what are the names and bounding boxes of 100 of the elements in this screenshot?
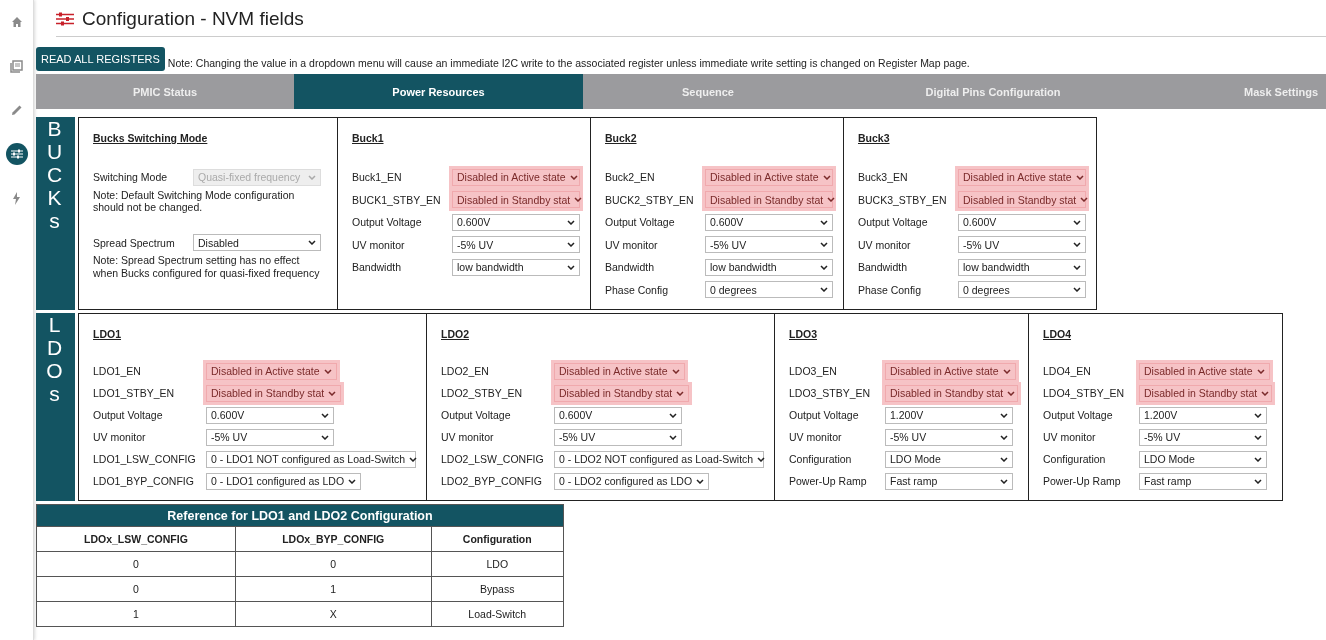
field-label: UV monitor xyxy=(789,431,843,443)
dropdown[interactable]: Disabled in Standby stat xyxy=(554,384,690,402)
dropdown[interactable]: 0.600V xyxy=(554,406,682,424)
tab[interactable]: Power Resources xyxy=(294,74,583,109)
dropdown[interactable]: -5% UV xyxy=(705,236,833,254)
dropdown[interactable]: 0 - LDO2 configured as LDO xyxy=(554,472,710,490)
field-label: Phase Config xyxy=(858,283,923,296)
chevron-down-icon xyxy=(1256,368,1265,374)
field-label: BUCK3_STBY_EN xyxy=(858,193,948,206)
field-label: UV monitor xyxy=(1043,431,1097,443)
dropdown[interactable]: Disabled in Standby stat xyxy=(885,384,1018,402)
column-header: Configuration xyxy=(431,526,564,552)
dropdown[interactable]: 1.200V xyxy=(885,406,1013,424)
field-label: UV monitor xyxy=(93,431,147,443)
dropdown[interactable]: 0 degrees xyxy=(958,281,1086,299)
chevron-down-icon xyxy=(1073,242,1081,248)
dropdown[interactable]: -5% UV xyxy=(452,236,580,254)
chevron-down-icon xyxy=(820,219,828,225)
home-icon xyxy=(10,16,23,28)
field-label: LDO4_EN xyxy=(1043,365,1092,377)
field-label: UV monitor xyxy=(352,238,406,251)
dropdown[interactable]: -5% UV xyxy=(1139,428,1267,446)
field-label: Buck3_EN xyxy=(858,171,909,184)
dropdown[interactable]: Disabled in Active state xyxy=(705,168,833,186)
field-label: UV monitor xyxy=(441,431,495,443)
dropdown[interactable]: Disabled in Active state xyxy=(206,362,337,380)
field-label: Buck1_EN xyxy=(352,171,403,184)
field-label: Switching Mode xyxy=(93,171,169,184)
chevron-down-icon xyxy=(1254,478,1262,484)
dropdown[interactable]: Disabled xyxy=(193,234,321,252)
dropdown[interactable]: Disabled in Standby stat xyxy=(958,191,1086,209)
panel-title: LDO2 xyxy=(441,328,470,340)
book-icon xyxy=(10,59,23,73)
chevron-down-icon xyxy=(669,412,677,418)
dropdown[interactable]: Fast ramp xyxy=(885,472,1013,490)
table-cell: Load-Switch xyxy=(431,601,564,627)
dropdown[interactable]: 0 degrees xyxy=(705,281,833,299)
field-label: Output Voltage xyxy=(93,409,164,421)
chevron-down-icon xyxy=(1000,478,1008,484)
table-cell: LDO xyxy=(431,551,564,577)
dropdown[interactable]: Disabled in Standby stat xyxy=(1139,384,1272,402)
field-label: Output Voltage xyxy=(605,216,676,229)
section-label: BUCKs xyxy=(36,117,75,310)
dropdown[interactable]: Disabled in Active state xyxy=(885,362,1016,380)
chevron-down-icon xyxy=(676,390,685,396)
panel-title: Buck3 xyxy=(858,132,891,144)
field-label: Buck2_EN xyxy=(605,171,656,184)
field-label: LDO2_BYP_CONFIG xyxy=(441,475,543,487)
page-title: Configuration - NVM fields xyxy=(82,8,304,30)
chevron-down-icon xyxy=(1080,197,1089,203)
dropdown[interactable]: Disabled in Active state xyxy=(554,362,685,380)
field-label: Bandwidth xyxy=(352,261,403,274)
dropdown[interactable]: Disabled in Active state xyxy=(958,168,1086,186)
panel-title: LDO1 xyxy=(93,328,122,340)
field-label: Power-Up Ramp xyxy=(789,475,868,487)
dropdown[interactable]: Disabled in Standby stat xyxy=(206,384,342,402)
dropdown[interactable]: Disabled in Standby stat xyxy=(452,191,580,209)
field-label: LDO2_EN xyxy=(441,365,490,377)
dropdown[interactable]: 1.200V xyxy=(1139,406,1267,424)
dropdown[interactable]: low bandwidth xyxy=(958,258,1086,276)
field-label: Configuration xyxy=(789,453,853,465)
dropdown[interactable]: 0.600V xyxy=(206,406,334,424)
active-nav-item[interactable] xyxy=(5,143,28,165)
chevron-down-icon xyxy=(323,368,332,374)
read-all-registers-button[interactable]: READ ALL REGISTERS xyxy=(36,47,165,71)
chevron-down-icon xyxy=(1000,456,1008,462)
field-label: LDO4_STBY_EN xyxy=(1043,387,1126,399)
lightning-icon xyxy=(12,191,21,205)
chevron-down-icon xyxy=(1254,434,1262,440)
chevron-down-icon xyxy=(669,434,677,440)
dropdown[interactable]: Disabled in Standby stat xyxy=(705,191,833,209)
dropdown[interactable]: low bandwidth xyxy=(452,258,580,276)
dropdown[interactable]: 0.600V xyxy=(958,213,1086,231)
table-cell: Bypass xyxy=(431,576,564,602)
chevron-down-icon xyxy=(567,242,575,248)
panel-title: LDO3 xyxy=(789,328,818,340)
dropdown[interactable]: Disabled in Active state xyxy=(452,168,580,186)
dropdown[interactable]: Disabled in Active state xyxy=(1139,362,1270,380)
chevron-down-icon xyxy=(308,240,316,246)
dropdown[interactable]: -5% UV xyxy=(554,428,682,446)
dropdown[interactable]: low bandwidth xyxy=(705,258,833,276)
table-title: Reference for LDO1 and LDO2 Configuration xyxy=(36,504,564,527)
dropdown[interactable]: 0 - LDO2 NOT configured as Load-Switch xyxy=(554,450,764,468)
table-cell: 0 xyxy=(36,576,236,602)
field-label: Bandwidth xyxy=(605,261,656,274)
table-cell: X xyxy=(235,601,431,627)
dropdown[interactable]: -5% UV xyxy=(885,428,1013,446)
dropdown[interactable]: LDO Mode xyxy=(1139,450,1267,468)
sliders-icon xyxy=(10,149,23,159)
chevron-down-icon xyxy=(1073,219,1081,225)
chevron-down-icon xyxy=(308,174,316,180)
dropdown[interactable]: -5% UV xyxy=(206,428,334,446)
dropdown[interactable]: 0 - LDO1 configured as LDO xyxy=(206,472,362,490)
dropdown[interactable]: LDO Mode xyxy=(885,450,1013,468)
dropdown[interactable]: Fast ramp xyxy=(1139,472,1267,490)
dropdown[interactable]: -5% UV xyxy=(958,236,1086,254)
dropdown[interactable]: 0.600V xyxy=(705,213,833,231)
dropdown[interactable]: 0.600V xyxy=(452,213,580,231)
dropdown[interactable]: 0 - LDO1 NOT configured as Load-Switch xyxy=(206,450,416,468)
chevron-down-icon xyxy=(820,287,828,293)
